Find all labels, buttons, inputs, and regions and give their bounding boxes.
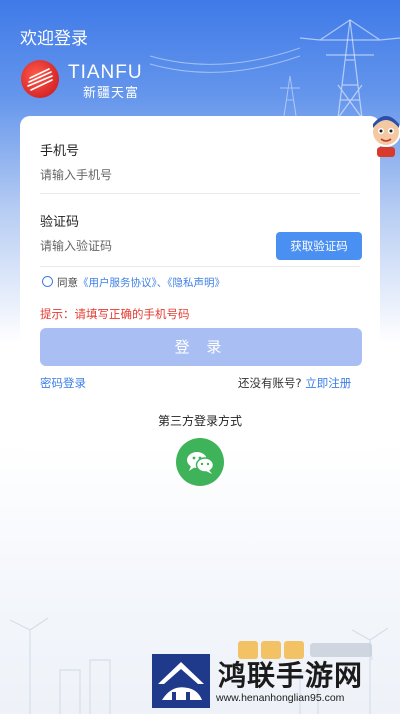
user-agreement-link[interactable]: 《用户服务协议》 — [78, 277, 157, 289]
register-row: 还没有账号? 立即注册 — [238, 375, 351, 391]
watermark-logo-icon — [152, 654, 210, 708]
watermark-site-name: 鸿联手游网 — [218, 659, 364, 692]
validation-hint: 提示：请填写正确的手机号码 — [40, 307, 190, 321]
welcome-title: 欢迎登录 — [20, 29, 88, 49]
phone-divider — [40, 193, 360, 194]
mascot-icon — [371, 116, 400, 157]
code-label: 验证码 — [40, 215, 80, 230]
code-divider — [40, 266, 360, 267]
no-account-text: 还没有账号? — [238, 376, 302, 390]
power-tower-illustration — [300, 19, 400, 119]
tianfu-logo-icon — [21, 60, 59, 98]
third-party-title: 第三方登录方式 — [157, 414, 242, 428]
agreement-separator: 、 — [156, 277, 168, 289]
get-code-button[interactable]: 获取验证码 — [276, 232, 362, 260]
phone-input[interactable] — [40, 166, 360, 184]
agree-prefix: 同意 — [57, 277, 78, 289]
brand-logo: TIANFU 新疆天富 — [21, 60, 181, 101]
phone-label: 手机号 — [40, 144, 80, 159]
brand-name-cn: 新疆天富 — [83, 86, 140, 101]
wechat-icon — [187, 452, 215, 474]
brand-name-en: TIANFU — [68, 62, 143, 83]
watermark-url: www.henanhonglian95.com — [216, 692, 345, 704]
privacy-link[interactable]: 《隐私声明》 — [167, 277, 225, 289]
login-button[interactable]: 登 录 — [40, 328, 362, 366]
agree-radio[interactable] — [42, 276, 53, 287]
code-input[interactable] — [40, 237, 260, 255]
login-card: 手机号 验证码 获取验证码 同意《用户服务协议》、《隐私声明》 提示：请填写正确… — [20, 116, 380, 450]
register-link[interactable]: 立即注册 — [305, 376, 351, 390]
wechat-login-button[interactable] — [176, 438, 224, 486]
password-login-link[interactable]: 密码登录 — [40, 375, 86, 391]
